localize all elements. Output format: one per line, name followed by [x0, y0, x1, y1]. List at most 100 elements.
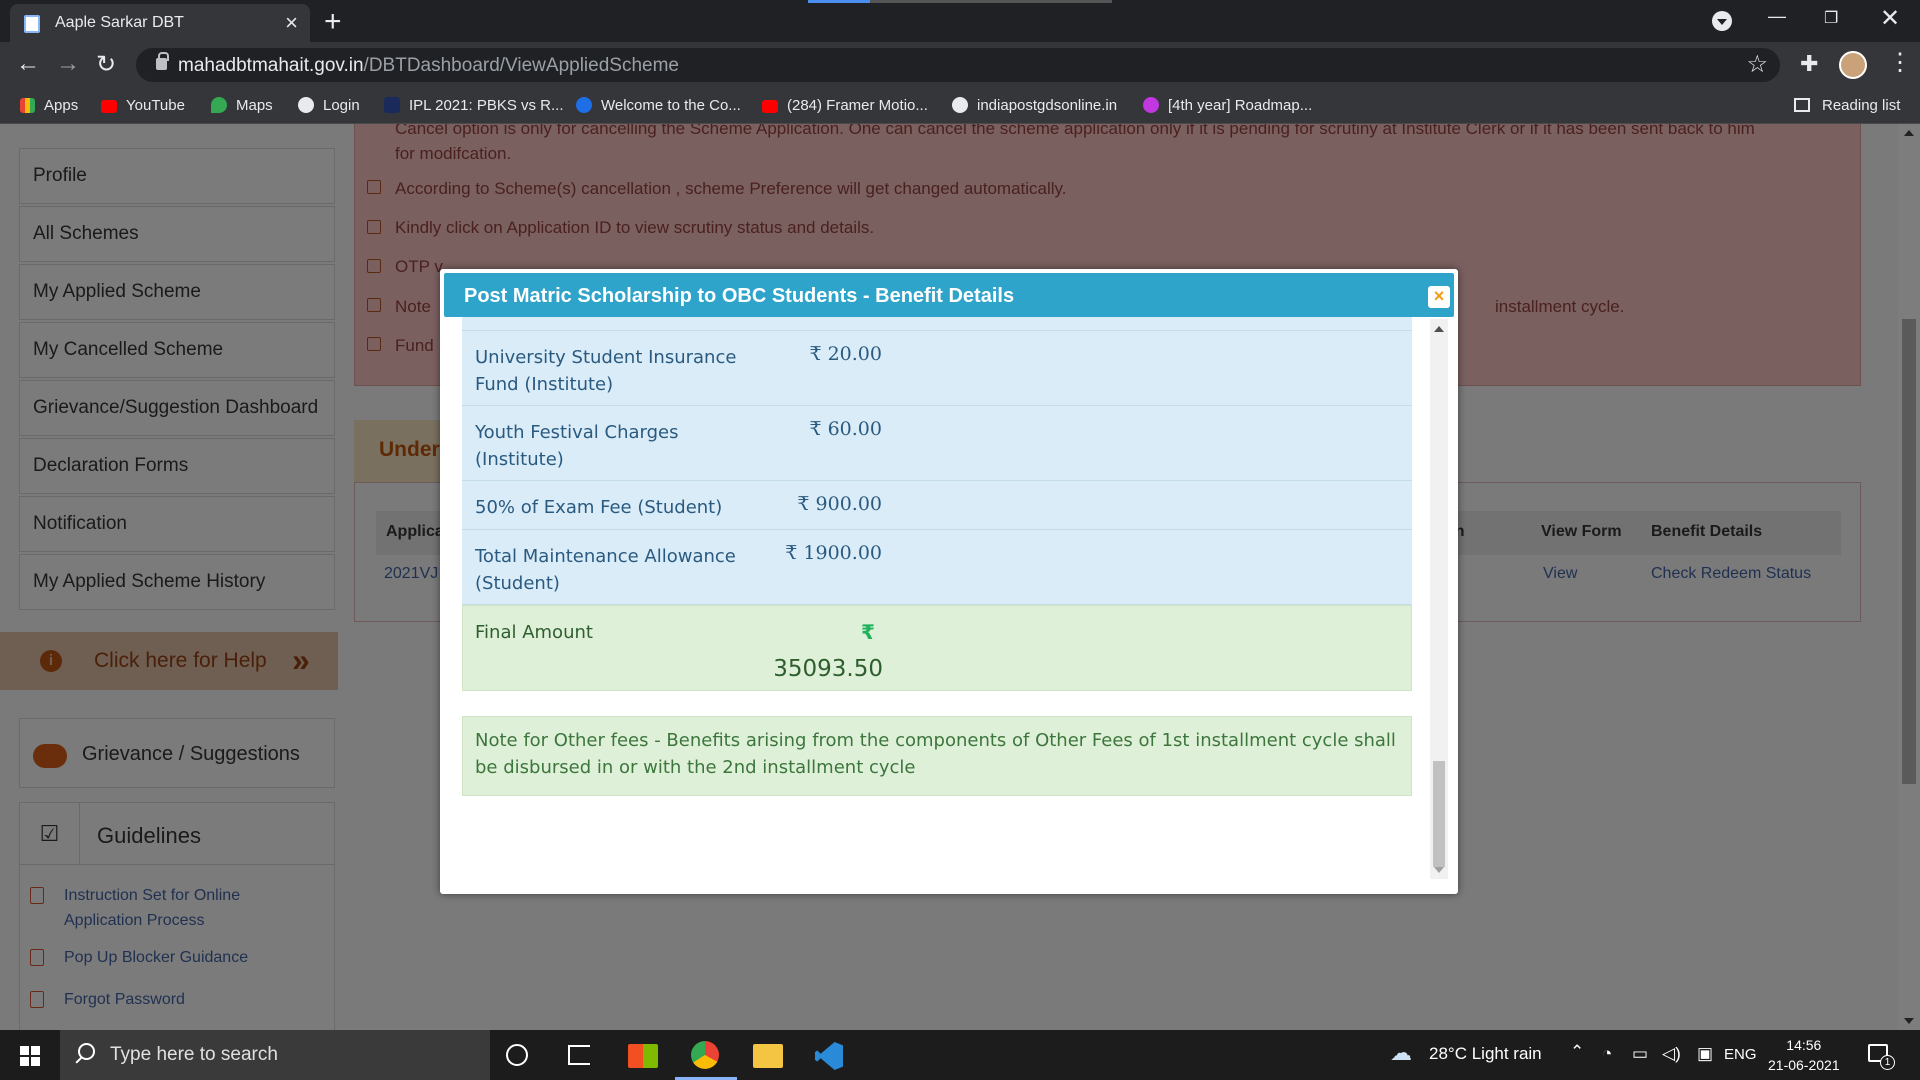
file-explorer-icon[interactable] — [753, 1044, 783, 1068]
profile-avatar[interactable] — [1839, 51, 1867, 79]
column-header-view-form: View Form — [1531, 511, 1641, 555]
benefit-amount: ₹ 1900.00 — [785, 542, 882, 564]
bookmark-roadmap[interactable]: [4th year] Roadmap... — [1143, 97, 1312, 114]
other-fees-note: Note for Other fees - Benefits arising f… — [462, 716, 1412, 796]
bookmark-framer[interactable]: (284) Framer Motio... — [762, 97, 928, 114]
modal-header: Post Matric Scholarship to OBC Students … — [444, 273, 1454, 317]
bookmark-login[interactable]: Login — [298, 97, 360, 114]
note-installment: Note — [395, 297, 431, 316]
store-icon[interactable] — [628, 1044, 658, 1068]
forward-arrow-icon[interactable]: → — [56, 50, 80, 78]
help-button[interactable]: i Click here for Help » — [0, 632, 338, 690]
scroll-up-icon[interactable] — [1904, 130, 1914, 136]
bookmark-indiapost[interactable]: indiapostgdsonline.in — [952, 97, 1117, 114]
sports-icon — [384, 97, 400, 113]
apps-grid-icon — [20, 98, 35, 113]
sidebar-item-applied-history[interactable]: My Applied Scheme History — [19, 554, 335, 610]
modal-body: University Student Insurance Fund (Insti… — [462, 317, 1414, 887]
checkbox-icon: ☑ — [20, 803, 80, 865]
task-view-icon[interactable] — [568, 1045, 590, 1065]
benefit-label: 50% of Exam Fee (Student) — [475, 497, 723, 518]
sidebar-item-my-cancelled-scheme[interactable]: My Cancelled Scheme — [19, 322, 335, 378]
browser-tab[interactable]: Aaple Sarkar DBT × — [10, 4, 310, 42]
benefit-label: University Student Insurance Fund (Insti… — [475, 347, 737, 395]
modal-scrollbar[interactable] — [1430, 319, 1448, 879]
benefit-details-modal: Post Matric Scholarship to OBC Students … — [440, 269, 1458, 894]
application-id-link[interactable]: 2021VJ — [384, 565, 438, 583]
loading-indicator — [808, 0, 1112, 3]
taskbar-search-input[interactable]: Type here to search — [60, 1030, 490, 1080]
benefit-amount: ₹ 20.00 — [809, 343, 882, 365]
note-bullet-icon — [367, 337, 381, 351]
scrollbar-thumb[interactable] — [1433, 761, 1445, 867]
note-otp: OTP v — [395, 257, 443, 276]
scroll-up-icon[interactable] — [1434, 326, 1444, 332]
windows-start-icon[interactable] — [20, 1046, 40, 1066]
tab-under-scrutiny[interactable]: Under — [354, 420, 444, 482]
pdf-file-icon — [30, 887, 44, 904]
scrollbar-thumb[interactable] — [1902, 319, 1916, 784]
new-tab-icon[interactable]: + — [324, 5, 342, 39]
extensions-puzzle-icon[interactable]: ✚ — [1800, 51, 1818, 77]
back-arrow-icon[interactable]: ← — [16, 50, 40, 78]
bookmarks-bar: Apps YouTube Maps Login IPL 2021: PBKS v… — [0, 88, 1920, 124]
info-icon: i — [40, 650, 62, 672]
bookmark-maps[interactable]: Maps — [211, 97, 273, 114]
close-tab-icon[interactable]: × — [285, 10, 298, 36]
chevron-up-icon[interactable]: ⌃ — [1570, 1042, 1584, 1062]
column-header-benefit-details: Benefit Details — [1641, 511, 1841, 555]
benefit-amount: ₹ 900.00 — [797, 493, 882, 515]
final-amount-row: Final Amount ₹ 35093.50 — [462, 605, 1412, 691]
note-bullet-icon — [367, 259, 381, 273]
weather-text[interactable]: 28°C Light rain — [1429, 1044, 1542, 1064]
system-clock[interactable]: 14:56 21-06-2021 — [1768, 1035, 1840, 1075]
note-cancel-option: Cancel option is only for cancelling the… — [395, 124, 1755, 138]
bookmark-ipl[interactable]: IPL 2021: PBKS vs R... — [384, 97, 564, 114]
vscode-icon[interactable] — [815, 1042, 843, 1070]
more-menu-icon[interactable]: ⋮ — [1888, 48, 1912, 77]
windows-taskbar: Type here to search ☁ 28°C Light rain ⌃ … — [0, 1030, 1920, 1080]
guideline-link-instruction-set[interactable]: Instruction Set for Online Application Pr… — [64, 883, 240, 933]
meet-now-icon[interactable]: ▣ — [1697, 1044, 1713, 1064]
modal-close-button[interactable]: × — [1428, 286, 1450, 308]
tab-search-icon[interactable] — [1712, 11, 1732, 31]
note-application-id: Kindly click on Application ID to view s… — [395, 218, 875, 237]
weather-cloud-icon[interactable]: ☁ — [1390, 1040, 1412, 1066]
reading-list-button[interactable]: Reading list — [1794, 97, 1900, 114]
reload-icon[interactable]: ↻ — [96, 50, 116, 79]
address-bar[interactable]: mahadbtmahait.gov.in/DBTDashboard/ViewAp… — [136, 48, 1780, 82]
grievance-suggestions-button[interactable]: Grievance / Suggestions — [19, 718, 335, 788]
wifi-icon[interactable]: ◔ — [1602, 1044, 1612, 1064]
guideline-link-popup-blocker[interactable]: Pop Up Blocker Guidance — [64, 945, 248, 970]
bookmark-welcome[interactable]: Welcome to the Co... — [576, 97, 741, 114]
note-bullet-icon — [367, 180, 381, 194]
guideline-link-forgot-password[interactable]: Forgot Password — [64, 987, 185, 1012]
chrome-icon[interactable] — [691, 1041, 719, 1069]
pdf-file-icon — [30, 949, 44, 966]
sidebar-item-my-applied-scheme[interactable]: My Applied Scheme — [19, 264, 335, 320]
sidebar-item-declaration-forms[interactable]: Declaration Forms — [19, 438, 335, 494]
note-bullet-icon — [367, 298, 381, 312]
table-row — [462, 317, 1412, 331]
sidebar-item-grievance-dashboard[interactable]: Grievance/Suggestion Dashboard — [19, 380, 335, 436]
sidebar-item-profile[interactable]: Profile — [19, 148, 335, 204]
scroll-down-icon[interactable] — [1434, 867, 1444, 873]
check-redeem-status-link[interactable]: Check Redeem Status — [1651, 565, 1811, 583]
sidebar-item-all-schemes[interactable]: All Schemes — [19, 206, 335, 262]
sidebar-item-notification[interactable]: Notification — [19, 496, 335, 552]
close-window-icon[interactable]: ✕ — [1880, 4, 1900, 46]
bookmark-star-icon[interactable]: ☆ — [1746, 50, 1768, 79]
battery-icon[interactable]: ▭ — [1632, 1044, 1648, 1064]
page-scrollbar[interactable] — [1898, 124, 1920, 1030]
page-favicon-icon — [24, 15, 40, 33]
benefit-label: Total Maintenance Allowance (Student) — [475, 546, 736, 594]
scroll-down-icon[interactable] — [1904, 1018, 1914, 1024]
bookmark-youtube[interactable]: YouTube — [101, 97, 185, 114]
benefit-amount: ₹ 60.00 — [809, 418, 882, 440]
language-indicator[interactable]: ENG — [1724, 1046, 1757, 1063]
view-form-link[interactable]: View — [1543, 565, 1577, 583]
bookmark-apps[interactable]: Apps — [20, 97, 78, 114]
note-cancel-option-cont: for modifcation. — [395, 144, 512, 163]
cortana-icon[interactable] — [506, 1044, 528, 1066]
volume-icon[interactable]: ◁) — [1662, 1044, 1681, 1064]
